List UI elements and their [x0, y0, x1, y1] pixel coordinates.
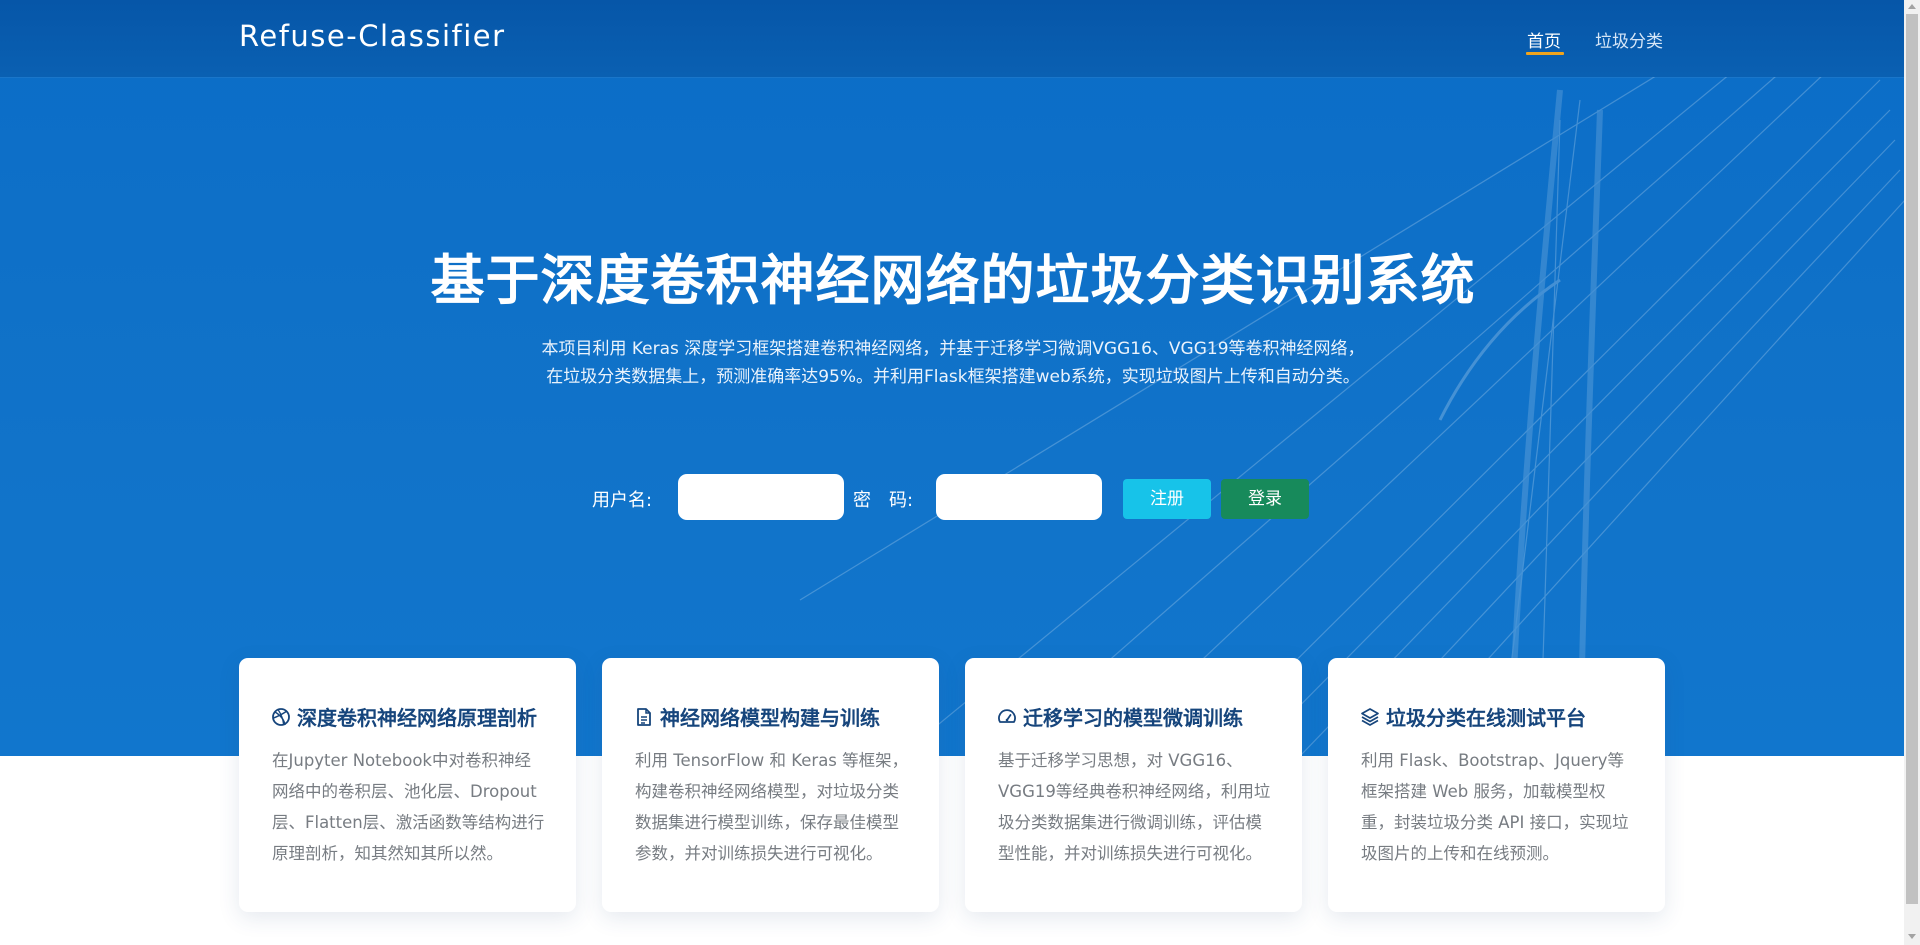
scroll-thumb[interactable] [1906, 14, 1918, 904]
card-title: 深度卷积神经网络原理剖析 [271, 702, 537, 731]
page: Refuse-Classifier 首页 垃圾分类 基于深度卷积神经网络的垃圾分… [0, 0, 1920, 945]
card-body: 利用 TensorFlow 和 Keras 等框架，构建卷积神经网络模型，对垃圾… [635, 751, 909, 863]
feature-card: 垃圾分类在线测试平台 利用 Flask、Bootstrap、Jquery等框架搭… [1328, 658, 1665, 912]
feature-card: 深度卷积神经网络原理剖析 在Jupyter Notebook中对卷积神经网络中的… [239, 658, 576, 912]
document-icon [634, 707, 654, 727]
card-title: 垃圾分类在线测试平台 [1360, 702, 1586, 731]
hero-description-line-2: 在垃圾分类数据集上，预测准确率达95%。并利用Flask框架搭建web系统，实现… [546, 367, 1360, 387]
nav-active-indicator [1526, 52, 1564, 55]
card-title-text: 深度卷积神经网络原理剖析 [297, 706, 537, 730]
layers-icon [1360, 707, 1380, 727]
card-body: 利用 Flask、Bootstrap、Jquery等框架搭建 Web 服务，加载… [1361, 751, 1629, 863]
password-input[interactable] [936, 474, 1102, 520]
nav-refuse-classify[interactable]: 垃圾分类 [1595, 27, 1663, 52]
feature-card: 迁移学习的模型微调训练 基于迁移学习思想，对 VGG16、VGG19等经典卷积神… [965, 658, 1302, 912]
scroll-up-icon[interactable] [1908, 4, 1916, 9]
card-body: 基于迁移学习思想，对 VGG16、VGG19等经典卷积神经网络，利用垃圾分类数据… [998, 751, 1271, 863]
brand-logo[interactable]: Refuse-Classifier [239, 19, 506, 53]
hero-description-line-1: 本项目利用 Keras 深度学习框架搭建卷积神经网络，并基于迁移学习微调VGG1… [541, 339, 1365, 359]
nav-home[interactable]: 首页 [1527, 27, 1561, 52]
dribbble-icon [271, 707, 291, 727]
card-title-text: 迁移学习的模型微调训练 [1023, 706, 1243, 730]
speedometer-icon [997, 707, 1017, 727]
card-title-text: 神经网络模型构建与训练 [660, 706, 880, 730]
card-title: 神经网络模型构建与训练 [634, 702, 880, 731]
hero-title: 基于深度卷积神经网络的垃圾分类识别系统 [430, 249, 1476, 312]
navbar: Refuse-Classifier 首页 垃圾分类 [0, 0, 1920, 77]
card-title: 迁移学习的模型微调训练 [997, 702, 1243, 731]
card-body: 在Jupyter Notebook中对卷积神经网络中的卷积层、池化层、Dropo… [272, 751, 545, 863]
username-input[interactable] [678, 474, 844, 520]
card-title-text: 垃圾分类在线测试平台 [1386, 706, 1586, 730]
register-button[interactable]: 注册 [1123, 479, 1211, 519]
password-label: 密 码: [853, 490, 914, 511]
username-label: 用户名: [592, 490, 653, 511]
scroll-down-icon[interactable] [1908, 934, 1916, 939]
feature-card: 神经网络模型构建与训练 利用 TensorFlow 和 Keras 等框架，构建… [602, 658, 939, 912]
vertical-scrollbar[interactable] [1904, 0, 1920, 945]
login-button[interactable]: 登录 [1221, 479, 1309, 519]
